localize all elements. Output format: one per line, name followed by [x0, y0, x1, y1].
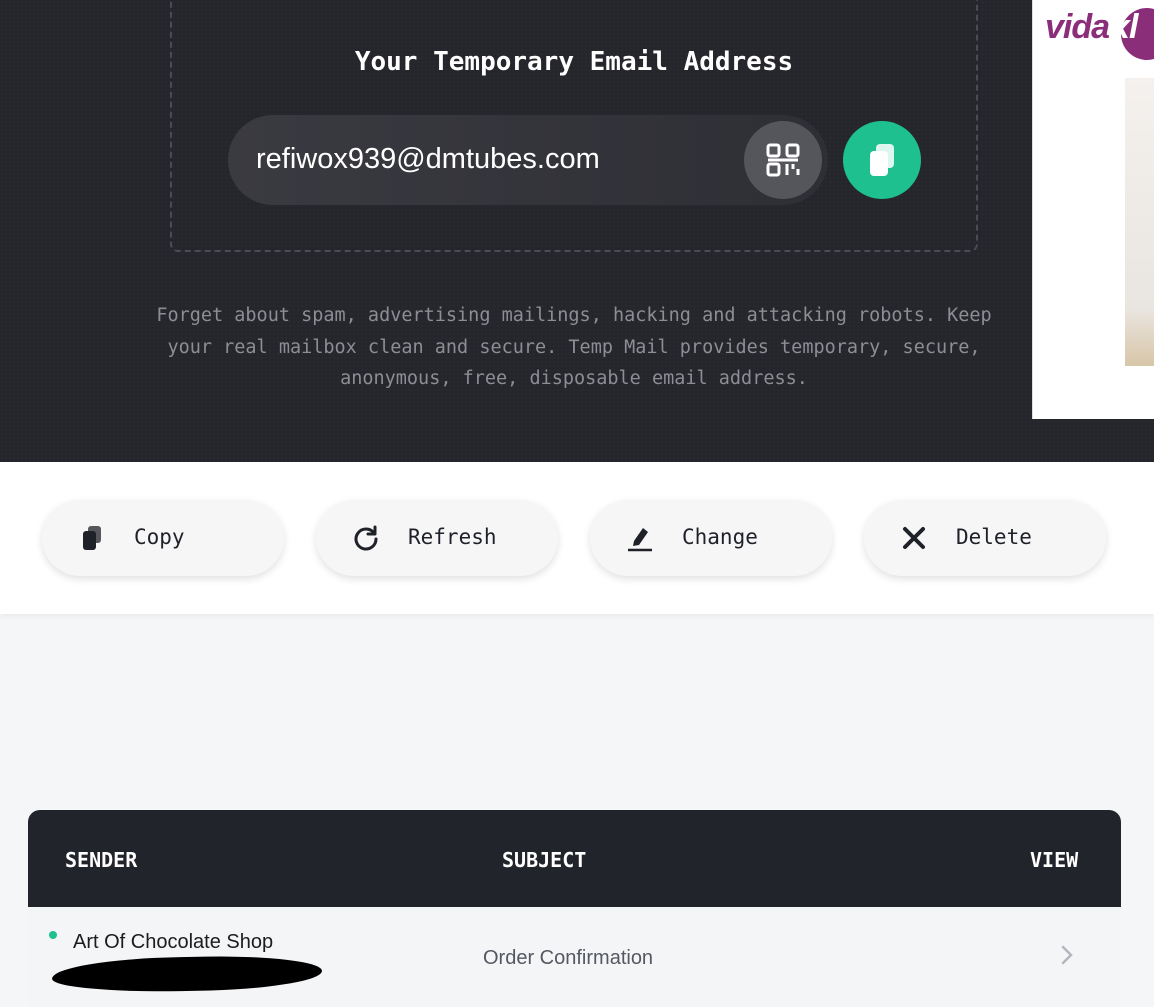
- page-title: Your Temporary Email Address: [354, 47, 794, 77]
- column-header-sender: SENDER: [65, 848, 138, 872]
- copy-icon: [78, 524, 106, 552]
- copy-button-label: Copy: [134, 525, 185, 549]
- inbox-table-header: SENDER SUBJECT VIEW: [28, 810, 1121, 907]
- email-address-field[interactable]: refiwox939@dmtubes.com: [228, 115, 828, 205]
- close-icon: [900, 524, 928, 552]
- email-address-text[interactable]: refiwox939@dmtubes.com: [256, 143, 600, 176]
- change-button[interactable]: Change: [590, 500, 832, 576]
- edit-icon: [626, 524, 654, 552]
- qr-code-icon: [766, 143, 800, 177]
- delete-button[interactable]: Delete: [864, 500, 1106, 576]
- refresh-icon: [352, 524, 380, 552]
- hero-description: Forget about spam, advertising mailings,…: [156, 305, 992, 389]
- qr-code-button[interactable]: [744, 121, 822, 199]
- change-button-label: Change: [682, 525, 758, 549]
- inbox-table: SENDER SUBJECT VIEW Art Of Chocolate Sho…: [28, 810, 1121, 1007]
- copy-icon: [870, 144, 894, 176]
- email-subject: Order Confirmation: [483, 947, 654, 969]
- unread-indicator: [49, 931, 57, 939]
- advertisement[interactable]: vidaxl: [1032, 0, 1154, 419]
- ad-image: [1125, 78, 1154, 366]
- refresh-button-label: Refresh: [408, 525, 497, 549]
- action-bar: Copy Refresh Change Delete: [0, 462, 1154, 614]
- hero-section: Your Temporary Email Address refiwox939@…: [0, 0, 1154, 462]
- copy-button[interactable]: Copy: [42, 500, 284, 576]
- email-sender: Art Of Chocolate Shop: [73, 931, 274, 953]
- chevron-right-icon[interactable]: [1058, 943, 1076, 967]
- table-row[interactable]: Art Of Chocolate Shop Order Confirmation: [28, 907, 1121, 1007]
- column-header-subject: SUBJECT: [502, 848, 587, 872]
- refresh-button[interactable]: Refresh: [316, 500, 558, 576]
- column-header-view: VIEW: [1030, 848, 1079, 872]
- delete-button-label: Delete: [956, 525, 1032, 549]
- copy-email-button[interactable]: [843, 121, 921, 199]
- ad-logo: vidaxl: [1045, 8, 1138, 46]
- redacted-sender-address: [51, 954, 323, 994]
